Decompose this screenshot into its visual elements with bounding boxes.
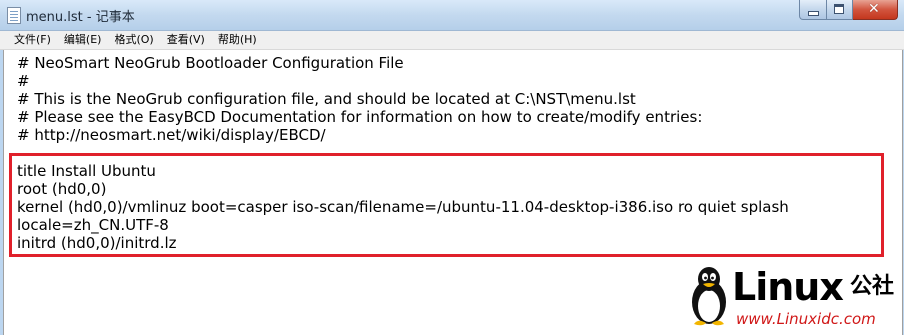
menu-view[interactable]: 查看(V) [162, 31, 210, 49]
menu-help[interactable]: 帮助(H) [213, 31, 262, 49]
menu-file[interactable]: 文件(F) [9, 31, 56, 49]
caption-buttons: ✕ [799, 0, 898, 20]
menu-format[interactable]: 格式(O) [109, 31, 158, 49]
tux-penguin-logo [692, 267, 726, 326]
comment-line-docs: # Please see the EasyBCD Documentation f… [17, 108, 703, 126]
window-title: menu.lst - 记事本 [26, 10, 135, 25]
maximize-icon [834, 4, 844, 14]
title-bar[interactable]: menu.lst - 记事本 ✕ [0, 0, 904, 31]
maximize-button[interactable] [827, 0, 853, 20]
menu-edit[interactable]: 编辑(E) [59, 31, 107, 49]
watermark-suffix: 公社 [850, 274, 895, 299]
watermark-url: www.Linuxidc.com [736, 310, 876, 328]
highlight-box [9, 153, 884, 257]
minimize-icon [808, 11, 819, 16]
watermark: Linux 公社 www.Linuxidc.com [686, 264, 901, 334]
menu-bar: 文件(F) 编辑(E) 格式(O) 查看(V) 帮助(H) [0, 31, 904, 50]
close-icon: ✕ [868, 1, 880, 17]
comment-line-blank: # [17, 72, 30, 90]
comment-line-location: # This is the NeoGrub configuration file… [17, 90, 636, 108]
watermark-brand: Linux [732, 265, 844, 309]
notepad-icon[interactable] [7, 7, 21, 24]
comment-line-url: # http://neosmart.net/wiki/display/EBCD/ [17, 126, 326, 144]
comment-line-header: # NeoSmart NeoGrub Bootloader Configurat… [17, 54, 404, 72]
close-button[interactable]: ✕ [853, 0, 898, 20]
notepad-window: menu.lst - 记事本 ✕ 文件(F) 编辑(E) 格式(O) 查看(V)… [0, 0, 904, 335]
minimize-button[interactable] [799, 0, 827, 20]
